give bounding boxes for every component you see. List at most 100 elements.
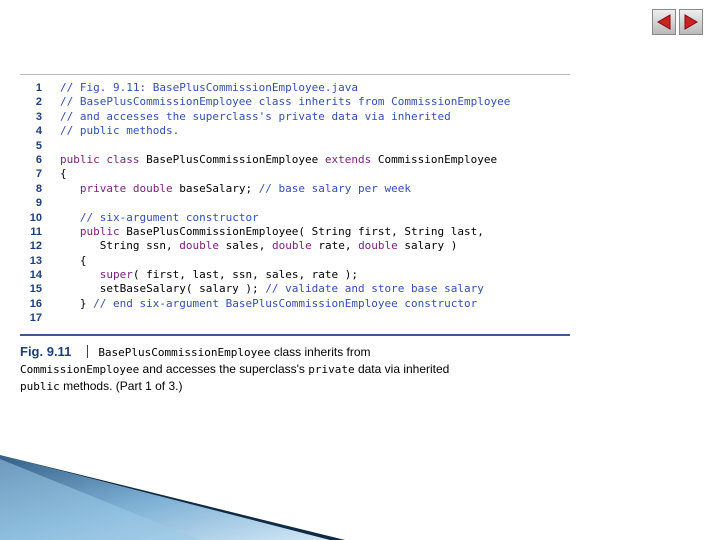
code-text: String ssn, double sales, double rate, d… <box>60 239 458 253</box>
code-keyword: public class <box>60 152 140 166</box>
code-comment: // end six-argument BasePlusCommissionEm… <box>93 296 478 310</box>
code-line: 16 } // end six-argument BasePlusCommiss… <box>20 297 580 311</box>
code-token: rate, <box>311 239 359 253</box>
line-number: 1 <box>35 82 42 94</box>
code-keyword: extends <box>324 152 372 166</box>
code-comment: // and accesses the superclass's private… <box>60 109 451 123</box>
caption-text-1: class inherits from <box>270 345 371 359</box>
caption-superclass: CommissionEmployee <box>20 363 140 376</box>
caption-text-4: methods. (Part 1 of 3.) <box>59 379 183 393</box>
line-number: 5 <box>35 139 42 152</box>
code-token: salary ) <box>397 239 458 253</box>
listing-top-rule <box>20 74 570 75</box>
code-comment: // six-argument constructor <box>79 210 259 224</box>
code-text: // public methods. <box>60 124 179 138</box>
code-token: sales, <box>218 239 272 253</box>
line-number: 13 <box>29 254 42 267</box>
code-token: ( first, last, ssn, sales, rate ); <box>132 268 359 282</box>
code-line: 8 private double baseSalary; // base sal… <box>20 182 580 196</box>
code-comment: // public methods. <box>60 124 180 138</box>
code-line: 13 { <box>20 254 580 268</box>
line-number: 11 <box>30 225 42 238</box>
line-number: 2 <box>35 96 42 109</box>
code-token: BasePlusCommissionEmployee( String first… <box>119 224 484 238</box>
code-token: baseSalary; <box>172 181 259 195</box>
code-comment: // validate and store base salary <box>265 282 484 296</box>
code-keyword: super <box>99 268 133 282</box>
code-token: { <box>60 253 87 267</box>
code-text: // BasePlusCommissionEmployee class inhe… <box>60 95 510 109</box>
line-number: 8 <box>35 182 42 195</box>
previous-slide-button[interactable] <box>652 9 676 35</box>
code-line: 12 String ssn, double sales, double rate… <box>20 239 580 253</box>
line-number: 3 <box>35 110 42 123</box>
code-text: // six-argument constructor <box>60 211 259 225</box>
code-keyword: double <box>179 239 219 253</box>
code-token: setBaseSalary( salary ); <box>60 282 266 296</box>
code-keyword: double <box>358 239 398 253</box>
line-number: 9 <box>35 197 42 210</box>
code-line: 15 setBaseSalary( salary ); // validate … <box>20 282 580 296</box>
listing-bottom-rule <box>20 334 570 336</box>
code-line: 11 public BasePlusCommissionEmployee( St… <box>20 225 580 239</box>
code-line: 1 // Fig. 9.11: BasePlusCommissionEmploye… <box>20 81 580 95</box>
code-token: BasePlusCommissionEmployee <box>139 152 325 166</box>
code-line: 5 <box>20 139 580 153</box>
code-token: CommissionEmployee <box>371 152 498 166</box>
caption-public-keyword: public <box>20 380 60 393</box>
caption-text-3: data via inherited <box>354 362 450 376</box>
code-token: String ssn, <box>60 239 180 253</box>
next-slide-button[interactable] <box>679 9 703 35</box>
code-text: } // end six-argument BasePlusCommission… <box>60 297 477 311</box>
code-keyword: public <box>79 224 120 238</box>
code-text: { <box>60 167 67 181</box>
code-text: // and accesses the superclass's private… <box>60 110 451 124</box>
triangle-left-icon <box>657 14 671 30</box>
code-comment: // base salary per week <box>258 181 412 195</box>
code-text: super( first, last, ssn, sales, rate ); <box>60 268 358 282</box>
code-token: { <box>60 167 67 181</box>
code-comment: // BasePlusCommissionEmployee class inhe… <box>60 95 511 109</box>
code-text: private double baseSalary; // base salar… <box>60 182 411 196</box>
code-text: public class BasePlusCommissionEmployee … <box>60 153 497 167</box>
caption-private-keyword: private <box>308 363 355 376</box>
caption-class-name: BasePlusCommissionEmployee <box>98 346 271 359</box>
line-number: 7 <box>35 168 42 181</box>
code-listing: 1 // Fig. 9.11: BasePlusCommissionEmploye… <box>20 81 580 326</box>
line-number: 6 <box>35 153 42 166</box>
decorative-wedge <box>0 455 345 540</box>
code-line: 7{ <box>20 167 580 181</box>
line-number: 4 <box>35 125 42 138</box>
figure-caption: Fig. 9.11 BasePlusCommissionEmployee clas… <box>20 343 470 395</box>
code-text: public BasePlusCommissionEmployee( Strin… <box>60 225 484 239</box>
code-line: 2 // BasePlusCommissionEmployee class inh… <box>20 95 580 109</box>
code-text: // Fig. 9.11: BasePlusCommissionEmployee… <box>60 81 358 95</box>
code-comment: // Fig. 9.11: BasePlusCommissionEmployee… <box>60 81 359 94</box>
code-line: 3 // and accesses the superclass's privat… <box>20 110 580 124</box>
code-line: 17 <box>20 311 580 325</box>
figure-label: Fig. 9.11 <box>20 344 72 359</box>
line-number: 15 <box>29 283 42 296</box>
slide-navigation <box>652 9 703 35</box>
code-text: setBaseSalary( salary ); // validate and… <box>60 282 484 296</box>
line-number: 16 <box>29 297 42 310</box>
line-number: 10 <box>29 211 42 224</box>
code-line: 4 // public methods. <box>20 124 580 138</box>
line-number: 14 <box>29 269 42 282</box>
code-keyword: double <box>271 239 312 253</box>
triangle-right-icon <box>684 14 698 30</box>
code-text: { <box>60 254 87 268</box>
caption-separator <box>87 345 89 358</box>
code-token: } <box>60 296 94 310</box>
code-line: 9 <box>20 196 580 210</box>
code-line: 14 super( first, last, ssn, sales, rate … <box>20 268 580 282</box>
caption-text-2: and accesses the superclass's <box>139 362 309 376</box>
line-number: 17 <box>29 312 42 325</box>
code-keyword: private double <box>79 181 173 195</box>
line-number: 12 <box>29 240 42 253</box>
code-line: 6 public class BasePlusCommissionEmployee… <box>20 153 580 167</box>
